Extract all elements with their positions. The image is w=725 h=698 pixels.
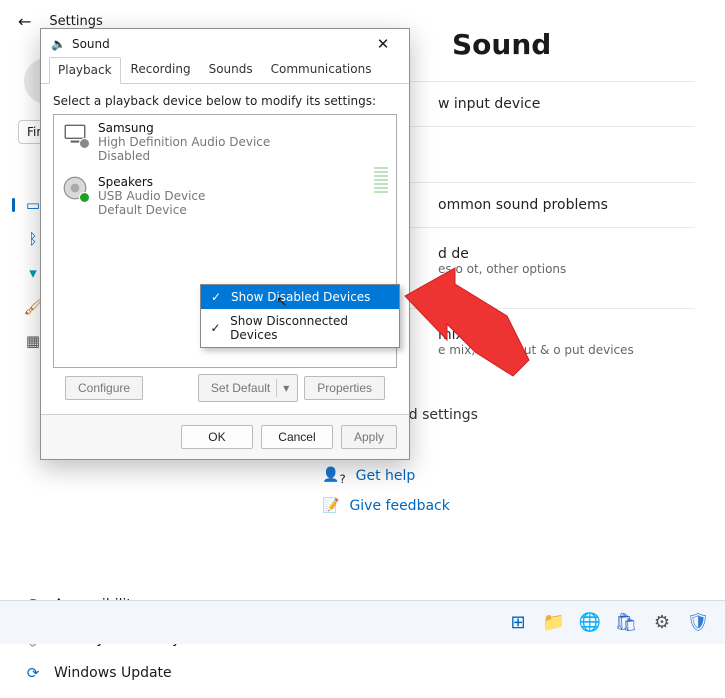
tab-recording[interactable]: Recording bbox=[123, 57, 199, 83]
sidebar-item-windows-update[interactable]: ⟳ Windows Update bbox=[6, 656, 244, 690]
explorer-icon[interactable]: 📁 bbox=[541, 610, 567, 636]
cancel-button[interactable]: Cancel bbox=[261, 425, 333, 449]
start-icon[interactable]: ⊞ bbox=[505, 610, 531, 636]
update-icon: ⟳ bbox=[24, 664, 42, 682]
dialog-titlebar[interactable]: 🔈 Sound ✕ bbox=[41, 29, 409, 57]
check-icon: ✓ bbox=[209, 321, 222, 335]
give-feedback-link[interactable]: 📝 Give feedback bbox=[300, 492, 695, 520]
ok-button[interactable]: OK bbox=[181, 425, 253, 449]
default-badge-icon bbox=[79, 192, 90, 203]
give-feedback-label: Give feedback bbox=[349, 498, 449, 514]
dialog-instruction: Select a playback device below to modify… bbox=[53, 94, 397, 108]
device-name: Samsung bbox=[98, 121, 270, 135]
setting-row-sub: es o ot, other options bbox=[438, 262, 695, 290]
setting-row-sub: e mix, app input & o put devices bbox=[438, 343, 695, 371]
set-default-button[interactable]: Set Default ▾ bbox=[198, 374, 298, 402]
get-help-label: Get help bbox=[356, 468, 416, 484]
speaker-device-icon bbox=[62, 175, 88, 201]
setting-row-label: d de bbox=[438, 246, 695, 262]
tab-communications[interactable]: Communications bbox=[263, 57, 380, 83]
settings-title: Settings bbox=[49, 14, 102, 29]
menu-item-label: Show Disconnected Devices bbox=[230, 314, 389, 342]
properties-button[interactable]: Properties bbox=[304, 376, 385, 400]
security-icon[interactable]: 🛡 bbox=[685, 610, 711, 636]
apply-button[interactable]: Apply bbox=[341, 425, 397, 449]
sound-dialog: 🔈 Sound ✕ Playback Recording Sounds Comm… bbox=[40, 28, 410, 460]
context-menu: ✓ Show Disabled Devices ✓ Show Disconnec… bbox=[200, 284, 400, 348]
help-icon: 👤? bbox=[322, 467, 346, 486]
close-button[interactable]: ✕ bbox=[367, 35, 399, 53]
device-status: Disabled bbox=[98, 149, 270, 163]
tab-playback[interactable]: Playback bbox=[49, 57, 121, 84]
back-icon[interactable]: ← bbox=[18, 12, 31, 31]
volume-meter bbox=[374, 165, 388, 193]
sidebar-item-label: Windows Update bbox=[54, 665, 172, 681]
setting-row-label: mixer bbox=[438, 327, 695, 343]
dialog-tabs: Playback Recording Sounds Communications bbox=[41, 57, 409, 84]
device-item[interactable]: Samsung High Definition Audio Device Dis… bbox=[54, 115, 396, 169]
monitor-icon bbox=[62, 121, 88, 147]
set-default-label: Set Default bbox=[211, 381, 270, 395]
settings-taskbar-icon[interactable]: ⚙ bbox=[649, 610, 675, 636]
disabled-badge-icon bbox=[79, 138, 90, 149]
menu-item-label: Show Disabled Devices bbox=[231, 290, 370, 304]
store-icon[interactable]: 🛍 bbox=[613, 610, 639, 636]
speaker-icon: 🔈 bbox=[51, 37, 66, 51]
feedback-icon: 📝 bbox=[322, 498, 339, 514]
device-item[interactable]: Speakers USB Audio Device Default Device bbox=[54, 169, 396, 223]
check-icon: ✓ bbox=[209, 290, 223, 304]
configure-button[interactable]: Configure bbox=[65, 376, 143, 400]
get-help-link[interactable]: 👤? Get help bbox=[300, 461, 695, 492]
page-title: Sound bbox=[452, 28, 695, 61]
edge-icon[interactable]: 🌐 bbox=[577, 610, 603, 636]
device-driver: High Definition Audio Device bbox=[98, 135, 270, 149]
menu-show-disabled[interactable]: ✓ Show Disabled Devices bbox=[201, 285, 399, 309]
tab-sounds[interactable]: Sounds bbox=[201, 57, 261, 83]
dialog-title: Sound bbox=[72, 37, 110, 51]
device-driver: USB Audio Device bbox=[98, 189, 205, 203]
menu-show-disconnected[interactable]: ✓ Show Disconnected Devices bbox=[201, 309, 399, 347]
device-name: Speakers bbox=[98, 175, 205, 189]
device-status: Default Device bbox=[98, 203, 205, 217]
chevron-down-icon[interactable]: ▾ bbox=[276, 379, 293, 397]
taskbar: ⊞ 📁 🌐 🛍 ⚙ 🛡 bbox=[0, 600, 725, 644]
